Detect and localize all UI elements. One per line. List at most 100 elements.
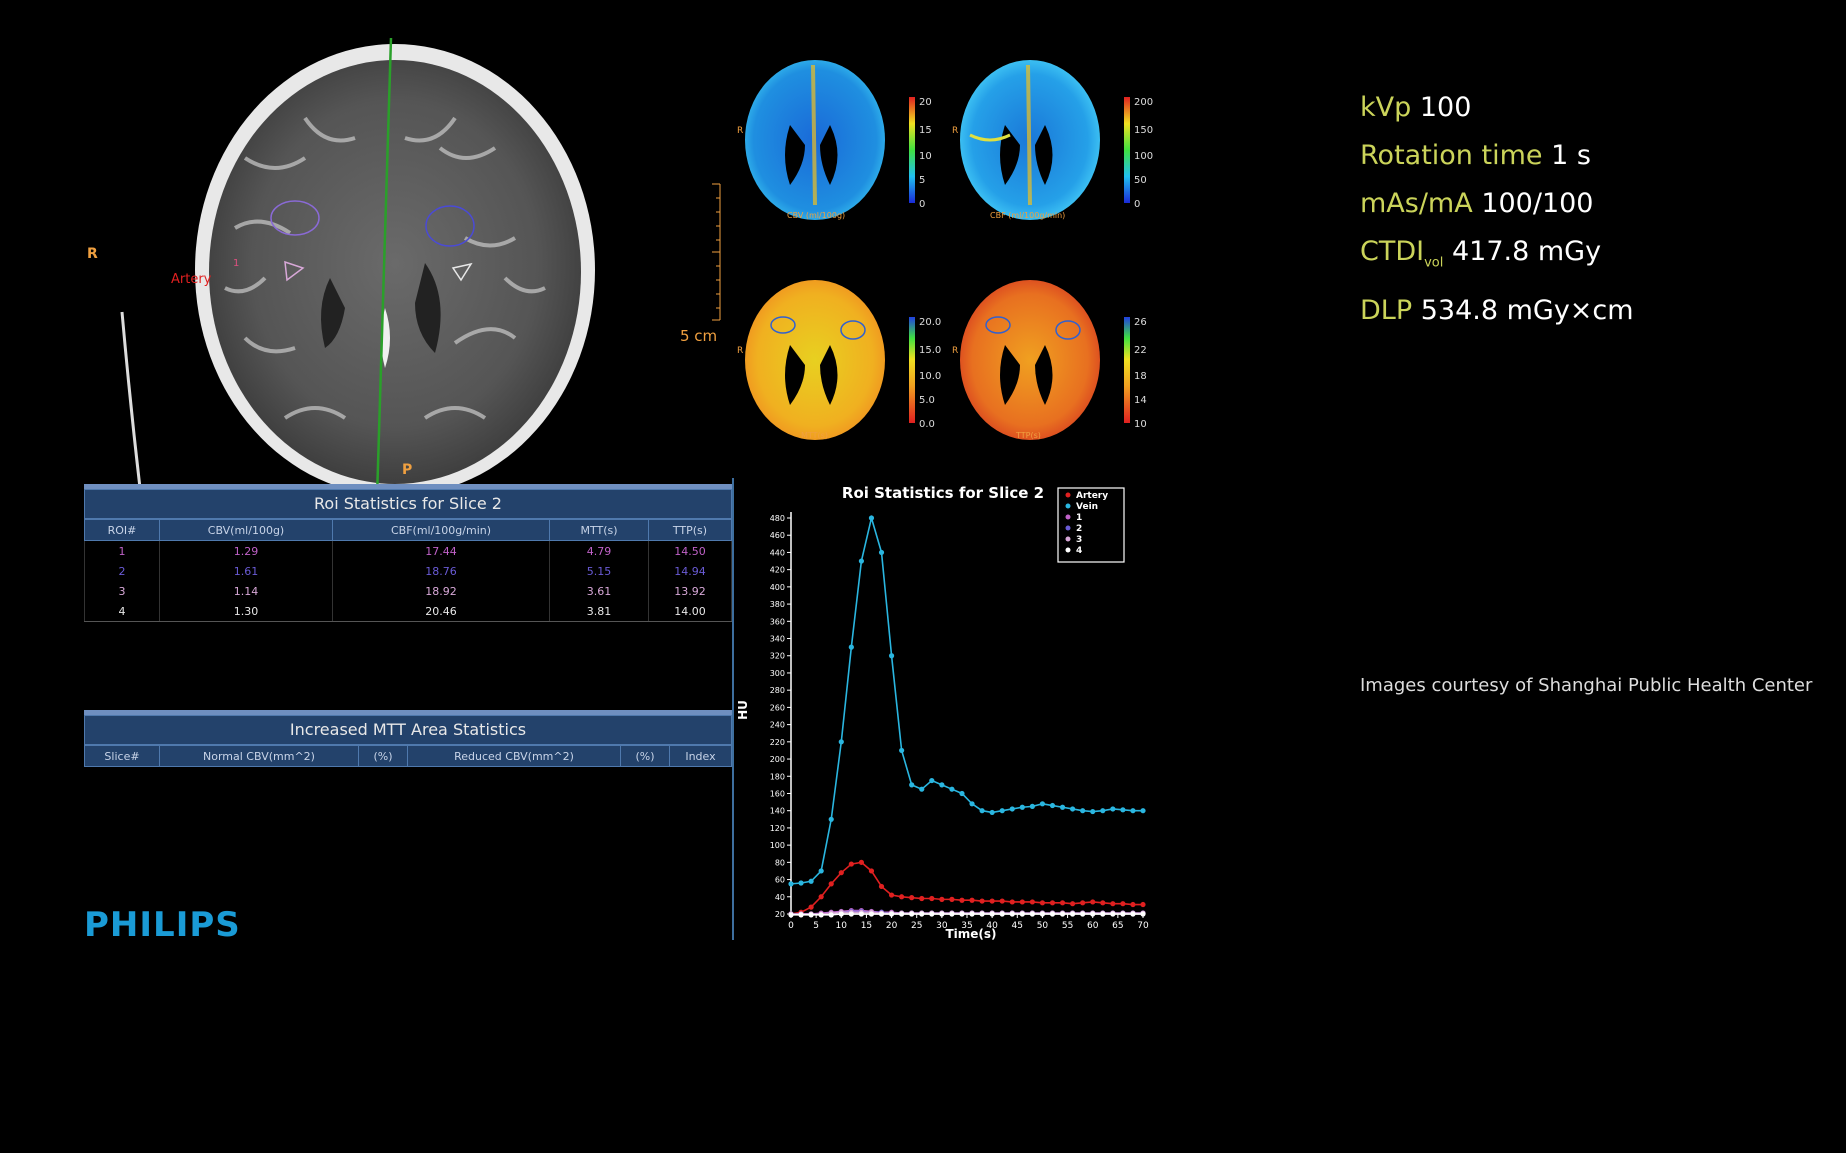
- y-tick-label: 440: [770, 548, 785, 557]
- mtt-tick-2: 10.0: [919, 371, 941, 382]
- cbv-tick-3: 5: [919, 175, 925, 186]
- ttp-map-svg: 26 22 18 14 10 R TTP(s): [952, 280, 1147, 440]
- x-tick-label: 50: [1037, 921, 1049, 931]
- x-tick-label: 40: [986, 921, 998, 931]
- mtt-col-header[interactable]: Normal CBV(mm^2): [159, 745, 359, 767]
- roi-table-row[interactable]: 4 1.30 20.46 3.81 14.00: [84, 601, 732, 622]
- mtt-tick-0: 20.0: [919, 317, 941, 328]
- legend-label: 1: [1076, 513, 1082, 523]
- ct-brain-svg: 1: [195, 37, 595, 499]
- roi-col-header[interactable]: CBF(ml/100g/min): [332, 519, 550, 541]
- mtt-header-row: Slice# Normal CBV(mm^2) (%) Reduced CBV(…: [84, 745, 732, 767]
- mtt-col-header[interactable]: (%): [620, 745, 670, 767]
- data-point-vein: [949, 786, 955, 792]
- y-tick-label: 100: [770, 841, 785, 850]
- roi-table-row[interactable]: 3 1.14 18.92 3.61 13.92: [84, 581, 732, 601]
- mtt-map-label: MTT(s): [801, 431, 828, 440]
- y-tick-label: 320: [770, 652, 785, 661]
- roi-cell-id: 4: [84, 601, 160, 622]
- cbf-tick-1: 150: [1134, 125, 1153, 136]
- data-point-vein: [1039, 801, 1046, 807]
- chart-title: Roi Statistics for Slice 2: [842, 484, 1044, 502]
- y-tick-label: 300: [770, 669, 785, 678]
- ct-table-edge: [120, 311, 142, 489]
- legend-marker: [1065, 503, 1071, 509]
- data-point-4: [1130, 911, 1136, 917]
- y-tick-label: 420: [770, 566, 785, 575]
- roi-cell-ttp: 14.50: [648, 540, 732, 561]
- data-point-4: [979, 911, 985, 917]
- data-point-artery: [858, 859, 864, 865]
- roi-cell-ttp: 14.00: [648, 601, 732, 622]
- param-kvp: kVp 100: [1360, 92, 1472, 123]
- legend-label: 2: [1076, 524, 1082, 534]
- chart-axes: 2040608010012014016018020022024026028030…: [770, 512, 1149, 931]
- tdc-chart: Roi Statistics for Slice 2 Time(s) HU 20…: [733, 478, 1161, 941]
- data-point-4: [939, 911, 945, 917]
- data-point-vein: [939, 782, 945, 788]
- roi-cell-ttp: 13.92: [648, 581, 732, 601]
- mtt-panel-title: Increased MTT Area Statistics: [84, 715, 732, 745]
- ttp-tick-4: 10: [1134, 419, 1147, 430]
- data-point-4: [878, 911, 885, 917]
- roi-col-header[interactable]: MTT(s): [549, 519, 649, 541]
- data-point-4: [969, 911, 975, 917]
- cbf-map-svg: 200 150 100 50 0 R CBF (ml/100g/min): [952, 60, 1153, 220]
- mtt-table: Slice# Normal CBV(mm^2) (%) Reduced CBV(…: [84, 745, 732, 767]
- mtt-tick-3: 5.0: [919, 395, 935, 406]
- x-tick-label: 20: [886, 921, 898, 931]
- data-point-vein: [868, 515, 875, 521]
- roi-cell-cbf: 18.92: [332, 581, 550, 601]
- brain-tissue: [209, 60, 581, 484]
- roi-col-header[interactable]: TTP(s): [648, 519, 732, 541]
- data-point-artery: [949, 896, 955, 902]
- x-tick-label: 30: [936, 921, 948, 931]
- series-line-artery: [790, 861, 1143, 915]
- series-line-vein: [790, 514, 1143, 885]
- roi-cell-cbv: 1.30: [159, 601, 333, 622]
- legend-label: Artery: [1076, 491, 1108, 501]
- data-point-4: [1019, 911, 1025, 917]
- roi-table-row[interactable]: 1 1.29 17.44 4.79 14.50: [84, 540, 732, 561]
- x-tick-label: 25: [911, 921, 922, 931]
- legend-label: 4: [1076, 546, 1082, 556]
- data-point-vein: [1130, 808, 1136, 814]
- data-point-4: [919, 911, 925, 917]
- data-point-vein: [1019, 804, 1025, 810]
- mtt-col-header[interactable]: (%): [358, 745, 408, 767]
- ct-orientation-r: R: [87, 246, 98, 262]
- roi-col-header[interactable]: ROI#: [84, 519, 160, 541]
- y-tick-label: 160: [770, 789, 785, 798]
- data-point-4: [899, 911, 905, 917]
- ttp-map: 26 22 18 14 10 R TTP(s): [950, 275, 1160, 449]
- data-point-4: [1100, 911, 1106, 917]
- cbv-tick-4: 0: [919, 199, 925, 210]
- ct-brain-image: 1: [185, 37, 605, 499]
- roi-cell-ttp: 14.94: [648, 561, 732, 581]
- data-point-artery: [1039, 900, 1046, 906]
- data-point-vein: [788, 881, 794, 887]
- mtt-col-header[interactable]: Slice#: [84, 745, 160, 767]
- data-point-4: [989, 911, 995, 917]
- data-point-vein: [969, 801, 975, 807]
- data-point-4: [1059, 911, 1066, 917]
- data-point-vein: [1120, 807, 1126, 813]
- x-tick-label: 45: [1012, 921, 1023, 931]
- ct-orientation-p: P: [402, 462, 413, 478]
- roi-cell-id: 3: [84, 581, 160, 601]
- roi-table-row[interactable]: 2 1.61 18.76 5.15 14.94: [84, 561, 732, 581]
- mtt-col-header[interactable]: Reduced CBV(mm^2): [407, 745, 621, 767]
- data-point-4: [949, 911, 955, 917]
- data-point-vein: [1080, 808, 1086, 814]
- data-point-artery: [1019, 899, 1025, 905]
- mtt-col-header[interactable]: Index: [669, 745, 732, 767]
- data-point-4: [788, 912, 794, 918]
- data-point-artery: [939, 896, 945, 902]
- roi-cell-mtt: 3.81: [549, 601, 649, 622]
- roi-cell-cbv: 1.29: [159, 540, 333, 561]
- y-tick-label: 460: [770, 531, 785, 540]
- roi-cell-id: 1: [84, 540, 160, 561]
- data-point-artery: [1009, 899, 1015, 905]
- roi-col-header[interactable]: CBV(ml/100g): [159, 519, 333, 541]
- roi-cell-mtt: 4.79: [549, 540, 649, 561]
